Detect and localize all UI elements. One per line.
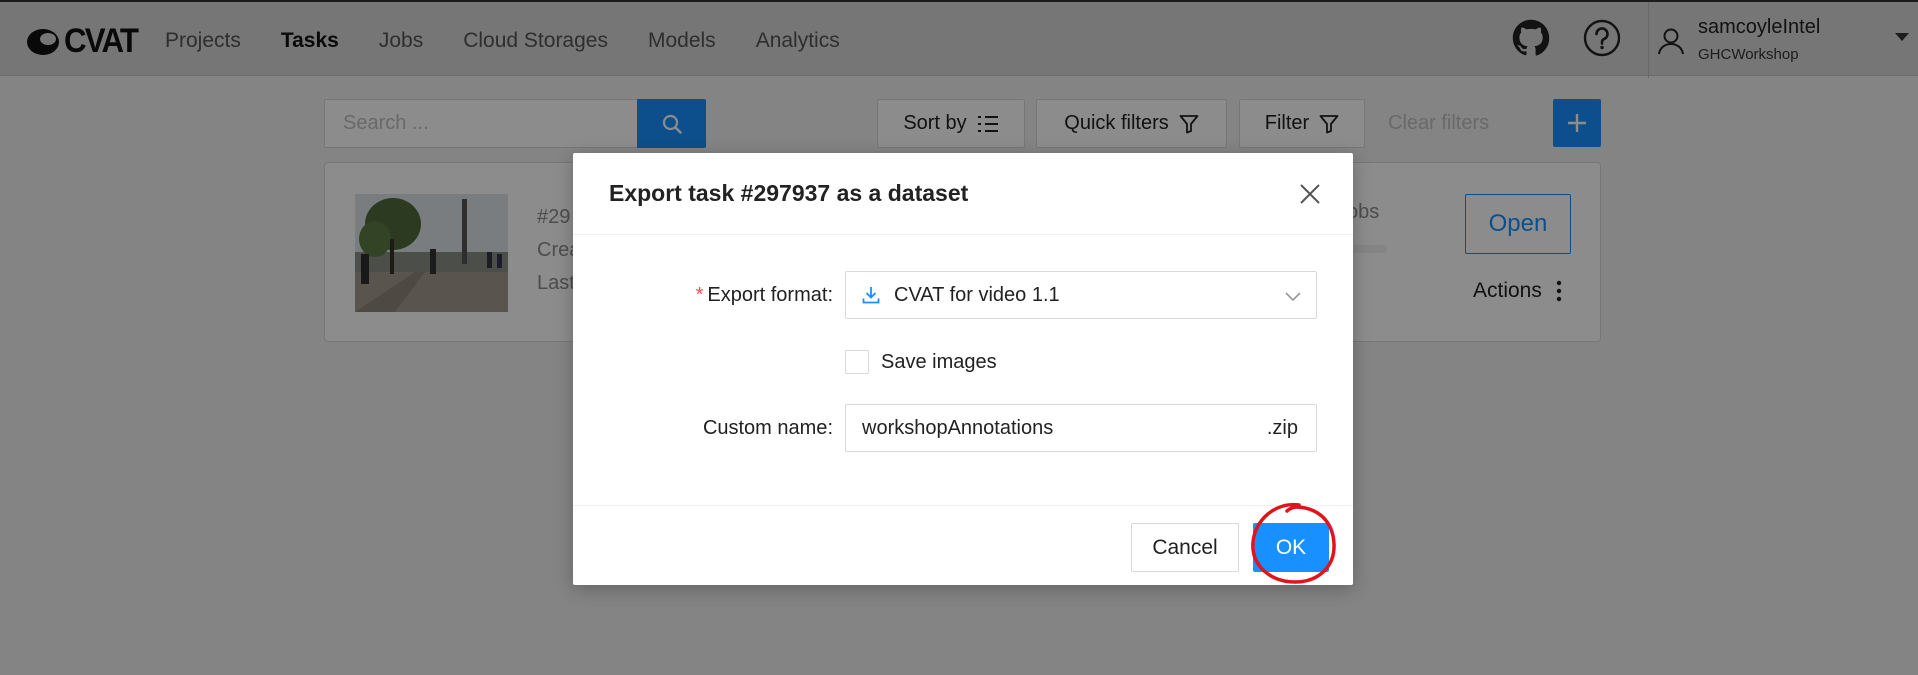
custom-name-input[interactable] (846, 405, 1267, 451)
close-icon[interactable] (1297, 181, 1323, 207)
modal-title: Export task #297937 as a dataset (609, 180, 969, 206)
chevron-down-icon (1285, 292, 1301, 302)
export-format-label: * Export format: (695, 284, 833, 306)
custom-name-field[interactable]: .zip (845, 404, 1317, 452)
cancel-button[interactable]: Cancel (1131, 523, 1239, 572)
save-images-label: Save images (881, 350, 997, 373)
export-format-select[interactable]: CVAT for video 1.1 (845, 271, 1317, 319)
save-images-checkbox[interactable]: Save images (845, 350, 997, 374)
save-images-box[interactable] (845, 350, 869, 374)
export-dataset-modal: Export task #297937 as a dataset * Export… (573, 153, 1353, 585)
export-format-value: CVAT for video 1.1 (894, 283, 1060, 306)
ok-button[interactable]: OK (1253, 523, 1329, 572)
modal-header: Export task #297937 as a dataset (573, 153, 1353, 235)
zip-suffix: .zip (1266, 416, 1298, 439)
required-mark: * (695, 284, 704, 306)
download-icon (862, 287, 880, 304)
custom-name-label: Custom name: (702, 417, 833, 439)
